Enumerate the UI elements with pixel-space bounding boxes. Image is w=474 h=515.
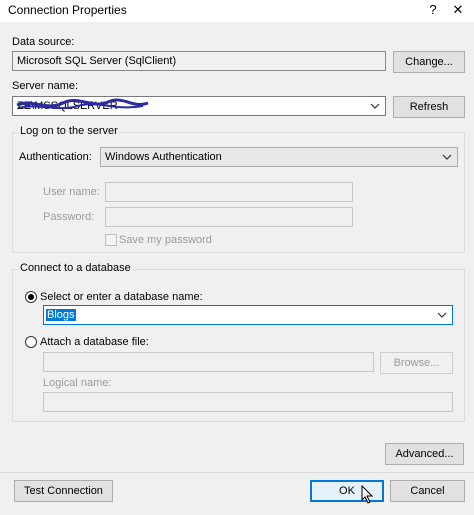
select-database-label: Select or enter a database name: xyxy=(40,291,203,303)
cancel-button[interactable]: Cancel xyxy=(390,480,465,502)
authentication-value: Windows Authentication xyxy=(105,151,222,163)
server-name-label: Server name: xyxy=(12,80,79,92)
select-database-radio[interactable] xyxy=(25,291,37,303)
logical-name-label: Logical name: xyxy=(43,377,112,389)
password-label: Password: xyxy=(43,211,95,223)
attach-database-radio[interactable] xyxy=(25,336,37,348)
close-button[interactable]: ✕ xyxy=(446,1,470,19)
chevron-down-icon[interactable] xyxy=(441,150,453,164)
test-connection-button[interactable]: Test Connection xyxy=(14,480,113,502)
logon-group-title: Log on to the server xyxy=(18,125,120,137)
database-group-title: Connect to a database xyxy=(18,262,133,274)
footer-divider xyxy=(0,472,474,473)
authentication-dropdown[interactable]: Windows Authentication xyxy=(100,147,458,167)
change-button[interactable]: Change... xyxy=(393,51,465,73)
redaction-scribble xyxy=(16,98,149,110)
help-button[interactable]: ? xyxy=(421,1,445,19)
save-password-checkbox[interactable] xyxy=(105,234,117,246)
window-title: Connection Properties xyxy=(8,3,127,17)
logical-name-input[interactable] xyxy=(43,392,453,412)
chevron-down-icon[interactable] xyxy=(436,308,448,322)
password-input[interactable] xyxy=(105,207,353,227)
server-name-combo[interactable]: ZE\MSSQLSERVER xyxy=(12,96,386,116)
attach-file-input[interactable] xyxy=(43,352,374,372)
user-name-label: User name: xyxy=(43,186,100,198)
authentication-label: Authentication: xyxy=(19,151,92,163)
chevron-down-icon[interactable] xyxy=(369,99,381,113)
refresh-button[interactable]: Refresh xyxy=(393,96,465,118)
user-name-input[interactable] xyxy=(105,182,353,202)
advanced-button[interactable]: Advanced... xyxy=(385,443,464,465)
radio-selected-dot xyxy=(28,294,34,300)
data-source-field: Microsoft SQL Server (SqlClient) xyxy=(12,51,386,71)
attach-database-label: Attach a database file: xyxy=(40,336,149,348)
data-source-label: Data source: xyxy=(12,36,75,48)
database-name-combo[interactable]: Blogs xyxy=(43,305,453,325)
browse-button[interactable]: Browse... xyxy=(380,352,453,374)
save-password-label: Save my password xyxy=(119,234,212,246)
database-name-value: Blogs xyxy=(46,309,76,321)
mouse-cursor-icon xyxy=(361,485,374,504)
